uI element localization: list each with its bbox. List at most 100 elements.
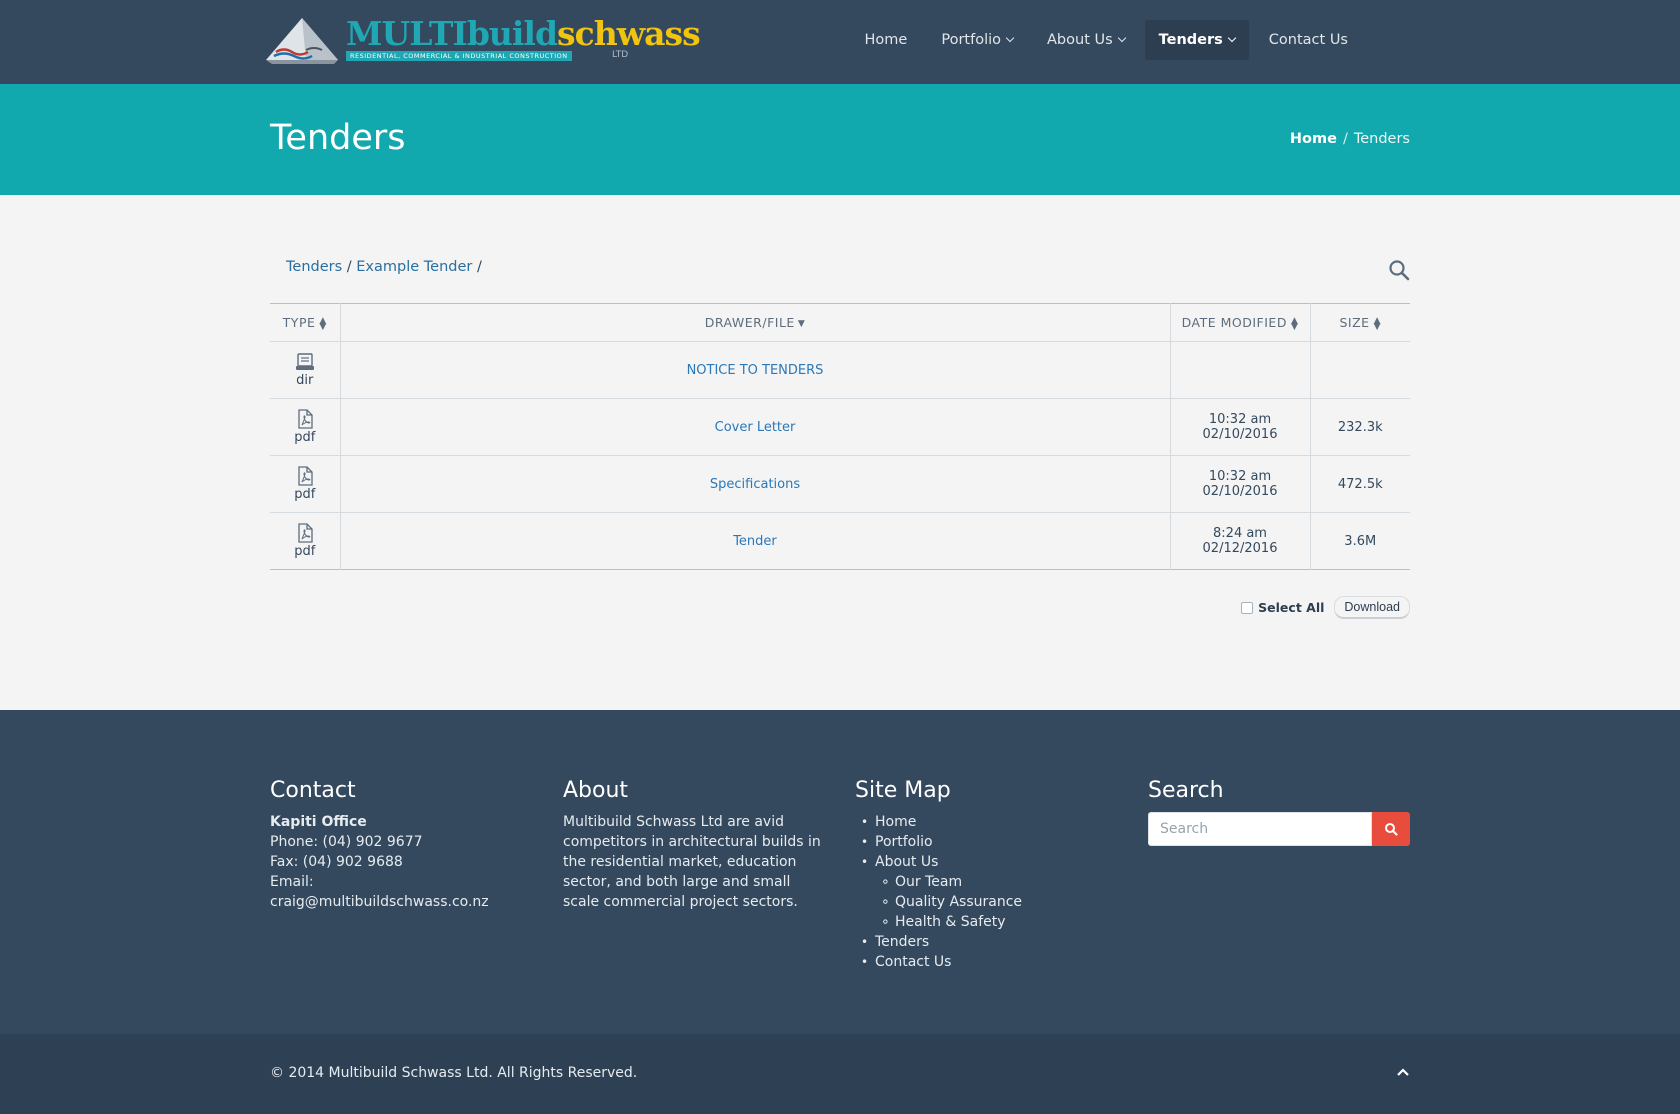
footer-sitemap: Site Map Home Portfolio About Us Our Tea…: [855, 778, 1115, 972]
breadcrumb-separator: /: [1342, 131, 1348, 147]
column-label: DRAWER/FILE: [704, 315, 795, 330]
type-cell: pdf: [270, 512, 341, 570]
search-icon[interactable]: [1388, 259, 1410, 281]
sort-desc-icon: ▼: [797, 318, 806, 329]
file-type-label: dir: [296, 373, 314, 388]
date-cell: 8:24 am 02/12/2016: [1170, 512, 1311, 570]
sitemap-sublist: Our Team Quality Assurance Health & Safe…: [875, 872, 1115, 932]
footer-contact: Contact Kapiti Office Phone: (04) 902 96…: [270, 778, 530, 912]
nav-label: About Us: [1047, 32, 1113, 48]
file-type-label: pdf: [294, 544, 316, 559]
file-link[interactable]: Tender: [733, 534, 777, 549]
nav-item-home[interactable]: Home: [851, 20, 922, 60]
site-header: MULTIbuildschwass RESIDENTIAL, COMMERCIA…: [0, 0, 1680, 84]
column-header-date[interactable]: DATE MODIFIED ▲ ▼: [1170, 303, 1311, 342]
modified-time: 10:32 am: [1208, 469, 1272, 484]
file-name-cell: Tender: [340, 512, 1171, 570]
footer-heading: About: [563, 778, 629, 803]
size-cell: 3.6M: [1344, 533, 1377, 549]
footer-search-button[interactable]: [1372, 812, 1410, 846]
table-row: pdf Specifications 10:32 am 02/10/2016 47…: [270, 455, 1410, 513]
logo-name-part2: schwass: [557, 14, 701, 53]
modified-time: 10:32 am: [1208, 412, 1272, 427]
footer-search: Search: [1148, 778, 1410, 846]
table-header-row: TYPE ▲ ▼ DRAWER/FILE ▼ DATE MODIFIED ▲ ▼ SIZE…: [270, 303, 1410, 342]
footer-search-input[interactable]: [1148, 812, 1372, 846]
nav-label: Portfolio: [941, 32, 1002, 48]
chevron-up-icon[interactable]: [1396, 1065, 1410, 1079]
type-cell: pdf: [270, 398, 341, 456]
page-title-band: Tenders Home / Tenders: [0, 84, 1680, 195]
column-label: TYPE: [282, 315, 316, 330]
file-name-cell: NOTICE TO TENDERS: [340, 341, 1171, 399]
select-all-checkbox[interactable]: [1241, 601, 1254, 614]
table-row: pdf Tender 8:24 am 02/12/2016 3.6M: [270, 512, 1410, 570]
select-all-control[interactable]: Select All: [1241, 600, 1324, 615]
pyramid-logo-icon: [266, 18, 338, 64]
sitemap-item-our-team[interactable]: Our Team: [879, 872, 1115, 892]
sitemap-item-portfolio[interactable]: Portfolio: [859, 832, 1115, 852]
logo-suffix: LTD: [612, 50, 629, 60]
about-text: Multibuild Schwass Ltd are avid competit…: [563, 814, 821, 910]
site-footer: Contact Kapiti Office Phone: (04) 902 96…: [0, 710, 1680, 1034]
column-header-size[interactable]: SIZE ▲ ▼: [1310, 303, 1410, 342]
main-nav: Home Portfolio About Us Tenders Contact …: [851, 20, 1362, 60]
date-cell: [1170, 341, 1311, 399]
file-browser-path: Tenders / Example Tender /: [286, 259, 482, 275]
sitemap-item-health[interactable]: Health & Safety: [879, 912, 1115, 932]
sitemap-item-home[interactable]: Home: [859, 812, 1115, 832]
nav-item-tenders[interactable]: Tenders: [1144, 20, 1249, 60]
path-separator: /: [346, 259, 352, 275]
breadcrumb-home-link[interactable]: Home: [1290, 131, 1337, 147]
chevron-down-icon: [1117, 33, 1126, 43]
file-link[interactable]: NOTICE TO TENDERS: [687, 363, 824, 378]
column-header-type[interactable]: TYPE ▲ ▼: [270, 303, 341, 342]
footer-bottom-bar: © 2014 Multibuild Schwass Ltd. All Right…: [0, 1034, 1680, 1114]
sitemap-item-tenders[interactable]: Tenders: [859, 932, 1115, 952]
site-logo[interactable]: MULTIbuildschwass RESIDENTIAL, COMMERCIA…: [262, 16, 701, 66]
sort-icon: ▲ ▼: [1373, 315, 1381, 332]
type-cell: pdf: [270, 455, 341, 513]
file-name-cell: Specifications: [340, 455, 1171, 513]
pdf-file-icon: [298, 409, 313, 429]
footer-heading: Site Map: [855, 778, 951, 803]
sort-icon: ▲ ▼: [319, 315, 327, 332]
download-button[interactable]: Download: [1334, 596, 1410, 619]
nav-item-contact[interactable]: Contact Us: [1255, 20, 1362, 60]
pdf-file-icon: [298, 466, 313, 486]
file-link[interactable]: Cover Letter: [715, 420, 796, 435]
modified-date: 02/10/2016: [1202, 427, 1278, 442]
size-cell: [1310, 341, 1410, 399]
size-cell: 232.3k: [1310, 398, 1410, 456]
table-row: pdf Cover Letter 10:32 am 02/10/2016 232.…: [270, 398, 1410, 456]
file-actions: Select All Download: [1241, 596, 1410, 619]
type-cell: dir: [270, 341, 341, 399]
date-cell: 10:32 am 02/10/2016: [1170, 455, 1311, 513]
sort-icon: ▲ ▼: [1290, 315, 1299, 332]
file-name-cell: Cover Letter: [340, 398, 1171, 456]
footer-heading: Search: [1148, 778, 1224, 803]
file-link[interactable]: Specifications: [710, 477, 800, 492]
breadcrumb-current: Tenders: [1353, 131, 1410, 147]
pdf-file-icon: [298, 523, 313, 543]
sitemap-item-contact[interactable]: Contact Us: [859, 952, 1115, 972]
contact-phone: Phone: (04) 902 9677: [270, 834, 423, 850]
sitemap-item-about[interactable]: About Us Our Team Quality Assurance Heal…: [859, 852, 1115, 932]
column-header-file[interactable]: DRAWER/FILE ▼: [340, 303, 1171, 342]
drawer-icon: [295, 353, 314, 370]
nav-label: Contact Us: [1268, 32, 1348, 48]
contact-fax: Fax: (04) 902 9688: [270, 854, 403, 870]
nav-item-about[interactable]: About Us: [1033, 20, 1139, 60]
nav-item-portfolio[interactable]: Portfolio: [927, 20, 1027, 60]
footer-heading: Contact: [270, 778, 356, 803]
modified-time: 8:24 am: [1213, 526, 1267, 541]
chevron-down-icon: [1227, 33, 1237, 43]
file-table: TYPE ▲ ▼ DRAWER/FILE ▼ DATE MODIFIED ▲ ▼ SIZE…: [270, 303, 1410, 570]
file-type-label: pdf: [294, 487, 316, 502]
sitemap-item-quality[interactable]: Quality Assurance: [879, 892, 1115, 912]
sitemap-list: Home Portfolio About Us Our Team Quality…: [855, 812, 1115, 972]
path-link-tenders[interactable]: Tenders: [286, 259, 342, 275]
contact-office: Kapiti Office: [270, 814, 367, 830]
contact-email[interactable]: Email: craig@multibuildschwass.co.nz: [270, 872, 530, 912]
path-link-example-tender[interactable]: Example Tender: [356, 259, 472, 275]
